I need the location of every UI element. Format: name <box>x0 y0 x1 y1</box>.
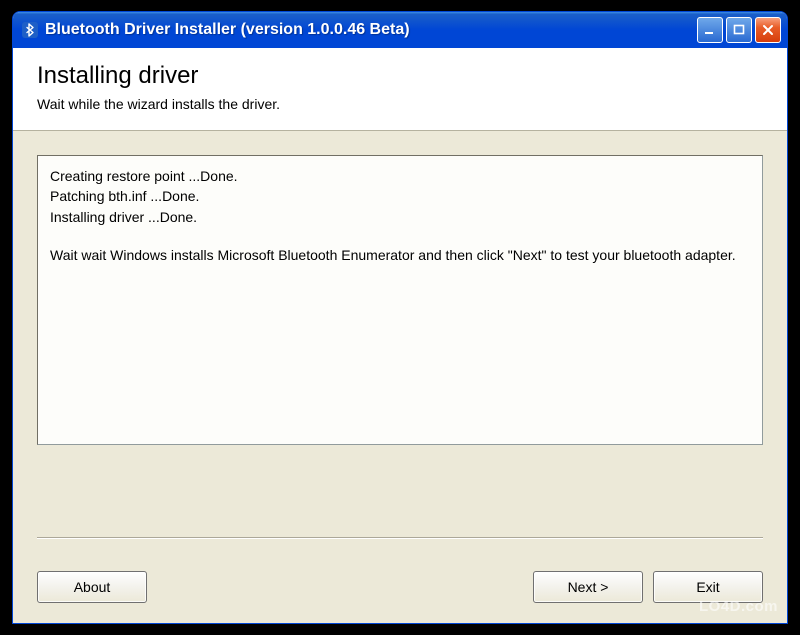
log-line: Patching bth.inf ...Done. <box>50 186 750 206</box>
content-area: Creating restore point ...Done. Patching… <box>13 131 787 555</box>
exit-button[interactable]: Exit <box>653 571 763 603</box>
wizard-header: Installing driver Wait while the wizard … <box>13 48 787 131</box>
minimize-button[interactable] <box>697 17 723 43</box>
installer-window: Bluetooth Driver Installer (version 1.0.… <box>12 11 788 624</box>
install-log-panel: Creating restore point ...Done. Patching… <box>37 155 763 445</box>
titlebar-controls <box>697 17 781 43</box>
window-title: Bluetooth Driver Installer (version 1.0.… <box>45 21 697 39</box>
page-title: Installing driver <box>37 62 763 90</box>
log-line: Creating restore point ...Done. <box>50 166 750 186</box>
button-row: About Next > Exit <box>13 555 787 623</box>
log-message: Wait wait Windows installs Microsoft Blu… <box>50 245 750 265</box>
next-button[interactable]: Next > <box>533 571 643 603</box>
about-button[interactable]: About <box>37 571 147 603</box>
close-button[interactable] <box>755 17 781 43</box>
bluetooth-icon <box>21 21 39 39</box>
log-line: Installing driver ...Done. <box>50 207 750 227</box>
titlebar[interactable]: Bluetooth Driver Installer (version 1.0.… <box>13 12 787 48</box>
divider <box>37 537 763 539</box>
maximize-button[interactable] <box>726 17 752 43</box>
page-subtitle: Wait while the wizard installs the drive… <box>37 96 763 112</box>
